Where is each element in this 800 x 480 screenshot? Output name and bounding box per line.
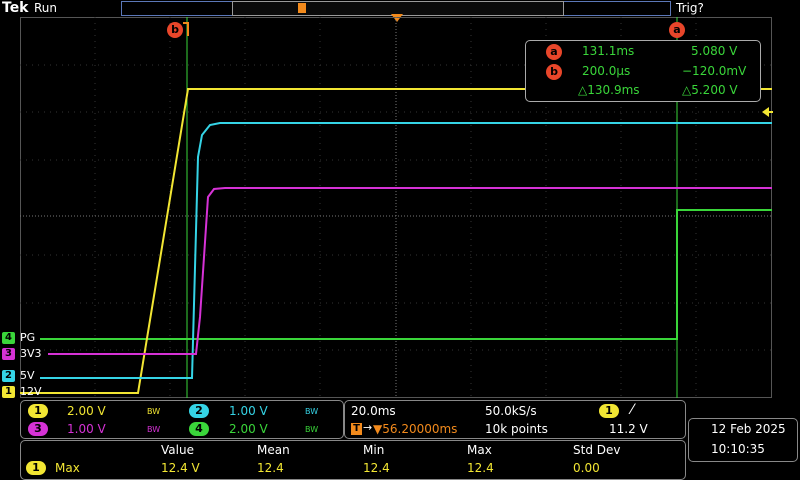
cursor-readout: a 131.1ms 5.080 V b 200.0µs −120.0mV △13… xyxy=(525,40,761,102)
ch2-scale[interactable]: 1.00 V xyxy=(229,404,268,418)
ch2-name: 5V xyxy=(20,369,35,382)
ch1-name: 12V xyxy=(20,385,42,398)
readout-b-time: 200.0µs xyxy=(582,64,631,78)
date: 12 Feb 2025 xyxy=(711,422,786,436)
cursor-b-handle[interactable]: b xyxy=(167,22,183,38)
ch3-bw-limit: BW xyxy=(147,425,161,434)
measurement-mean: 12.4 xyxy=(257,461,284,475)
top-bar: Tek Run Trig? xyxy=(0,0,800,22)
measurement-type[interactable]: Max xyxy=(55,461,80,475)
ch3-name: 3V3 xyxy=(20,347,42,360)
measurement-value: 12.4 V xyxy=(161,461,200,475)
measurement-header-stddev: Std Dev xyxy=(573,443,621,457)
trigger-status: Trig? xyxy=(676,1,704,15)
ch4-scale[interactable]: 2.00 V xyxy=(229,422,268,436)
ch4-name: PG xyxy=(20,331,36,344)
run-status: Run xyxy=(34,1,58,15)
ch4-bw-limit: BW xyxy=(305,425,319,434)
ch1-settings-badge[interactable]: 1 xyxy=(28,404,48,418)
time-per-div[interactable]: 20.0ms xyxy=(351,404,396,418)
readout-a-volt: 5.080 V xyxy=(691,44,738,58)
cursor-b-bracket-icon xyxy=(183,22,189,36)
measurement-header-max: Max xyxy=(467,443,492,457)
trigger-slope-icon[interactable]: ⁄ xyxy=(631,402,633,418)
readout-a-badge: a xyxy=(546,44,562,60)
ch1-bw-limit: BW xyxy=(147,407,161,416)
record-trigger-marker-icon xyxy=(298,3,306,13)
ch2-settings-badge[interactable]: 2 xyxy=(189,404,209,418)
ch4-settings-badge[interactable]: 4 xyxy=(189,422,209,436)
readout-delta-volt: △5.200 V xyxy=(682,83,738,97)
vertical-settings-panel: 1 2.00 V BW 2 1.00 V BW 3 1.00 V BW 4 2.… xyxy=(20,400,344,439)
trigger-position[interactable]: ▼56.20000ms xyxy=(373,422,457,436)
readout-b-badge: b xyxy=(546,64,562,80)
readout-delta-time: △130.9ms xyxy=(578,83,640,97)
cursor-a-handle[interactable]: a xyxy=(669,22,685,38)
measurement-header-mean: Mean xyxy=(257,443,290,457)
measurement-min: 12.4 xyxy=(363,461,390,475)
record-length: 10k points xyxy=(485,422,548,436)
readout-a-time: 131.1ms xyxy=(582,44,635,58)
measurement-panel: Value Mean Min Max Std Dev 1 Max 12.4 V … xyxy=(20,440,686,480)
trigger-level-icon xyxy=(762,107,769,117)
ch3-scale[interactable]: 1.00 V xyxy=(67,422,106,436)
tek-logo: Tek xyxy=(2,0,29,16)
trigger-source-badge[interactable]: 1 xyxy=(599,404,619,418)
trigger-level-tick xyxy=(769,111,773,113)
datetime-panel: 12 Feb 2025 10:10:35 xyxy=(688,418,798,462)
trigger-level[interactable]: 11.2 V xyxy=(609,422,648,436)
measurement-header-value: Value xyxy=(161,443,194,457)
trigger-arrow-icon: → xyxy=(363,421,373,434)
measurement-channel-badge[interactable]: 1 xyxy=(26,461,46,475)
ch4-marker[interactable]: 4 xyxy=(2,332,15,344)
horizontal-settings-panel: 20.0ms 50.0kS/s T → ▼56.20000ms 10k poin… xyxy=(344,400,686,439)
ch1-scale[interactable]: 2.00 V xyxy=(67,404,106,418)
trigger-position-badge-icon: T xyxy=(351,423,362,435)
measurement-stddev: 0.00 xyxy=(573,461,600,475)
ch2-bw-limit: BW xyxy=(305,407,319,416)
readout-b-volt: −120.0mV xyxy=(682,64,747,78)
ch3-settings-badge[interactable]: 3 xyxy=(28,422,48,436)
measurement-header-min: Min xyxy=(363,443,385,457)
measurement-max: 12.4 xyxy=(467,461,494,475)
ch1-marker[interactable]: 1 xyxy=(2,386,15,398)
ch3-waveform xyxy=(48,187,772,355)
ch3-marker[interactable]: 3 xyxy=(2,348,15,360)
sample-rate: 50.0kS/s xyxy=(485,404,537,418)
time: 10:10:35 xyxy=(711,442,765,456)
ch2-marker[interactable]: 2 xyxy=(2,370,15,382)
